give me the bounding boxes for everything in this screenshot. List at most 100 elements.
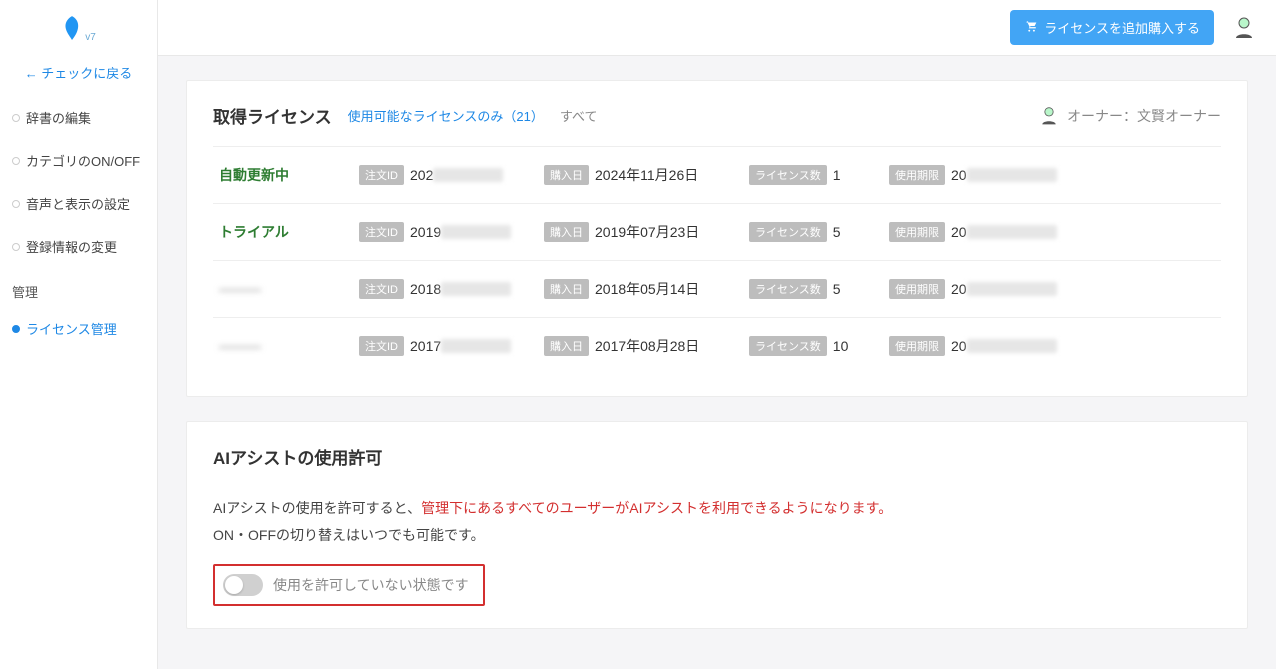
count-tag: ライセンス数 [749,336,827,356]
exp-tag: 使用期限 [889,279,945,299]
nav-item-sound-display[interactable]: 音声と表示の設定 [0,182,157,225]
order-id-prefix: 2018 [410,281,441,297]
buydate-cell: 購入日 2024年11月26日 [544,165,739,185]
exp-prefix: 20 [951,224,967,240]
exp-tag: 使用期限 [889,165,945,185]
logo[interactable]: v7 [0,16,157,45]
order-id-prefix: 202 [410,167,433,183]
main: ライセンスを追加購入する 取得ライセンス 使用可能なライセンスのみ（21） すべ… [158,0,1276,669]
ai-toggle-box: 使用を許可していない状態です [213,564,485,606]
redacted [441,282,511,296]
leaf-icon [61,16,83,45]
redacted [441,225,511,239]
order-tag: 注文ID [359,165,404,185]
licenses-card: 取得ライセンス 使用可能なライセンスのみ（21） すべて オーナー：文賢オーナー… [186,80,1248,397]
count-cell: ライセンス数 5 [749,279,879,299]
exp-tag: 使用期限 [889,336,945,356]
license-count: 5 [833,224,841,240]
exp-cell: 使用期限20 [889,165,1079,185]
order-cell: 注文ID 2017 [359,336,534,356]
license-count: 1 [833,167,841,183]
radio-icon [12,157,20,165]
nav-item-license[interactable]: ライセンス管理 [0,307,157,350]
buy-date: 2019年07月23日 [595,222,699,242]
owner-label: オーナー：文賢オーナー [1067,106,1221,126]
nav-label: ライセンス管理 [26,319,117,338]
licenses-header: 取得ライセンス 使用可能なライセンスのみ（21） すべて オーナー：文賢オーナー [213,103,1221,128]
exp-cell: 使用期限 20 [889,279,1079,299]
count-cell: ライセンス数 10 [749,336,879,356]
buydate-tag: 購入日 [544,222,589,242]
order-id-prefix: 2019 [410,224,441,240]
exp-cell: 使用期限 20 [889,222,1079,242]
user-avatar-icon[interactable] [1232,16,1256,40]
license-status: ——— [219,338,349,354]
buydate-cell: 購入日 2017年08月28日 [544,336,739,356]
filter-available[interactable]: 使用可能なライセンスのみ（21） [348,106,544,125]
filter-all[interactable]: すべて [560,106,598,125]
nav: 辞書の編集 カテゴリのON/OFF 音声と表示の設定 登録情報の変更 管理 ライ… [0,96,157,350]
buy-label: ライセンスを追加購入する [1044,18,1200,37]
count-cell: ライセンス数 1 [749,165,879,185]
redacted [441,339,511,353]
ai-desc-pre: AIアシストの使用を許可すると、 [213,500,421,516]
count-tag: ライセンス数 [749,222,827,242]
order-tag: 注文ID [359,336,404,356]
buy-date: 2018年05月14日 [595,279,699,299]
back-link[interactable]: ← チェックに戻る [0,55,157,96]
buydate-tag: 購入日 [544,336,589,356]
nav-label: 登録情報の変更 [26,237,117,256]
nav-label: 音声と表示の設定 [26,194,130,213]
sidebar: v7 ← チェックに戻る 辞書の編集 カテゴリのON/OFF 音声と表示の設定 … [0,0,158,669]
buydate-tag: 購入日 [544,279,589,299]
exp-tag: 使用期限 [889,222,945,242]
radio-icon [12,243,20,251]
order-id-prefix: 2017 [410,338,441,354]
count-tag: ライセンス数 [749,165,827,185]
license-count: 5 [833,281,841,297]
buy-license-button[interactable]: ライセンスを追加購入する [1010,10,1214,45]
ai-switch-label: 使用を許可していない状態です [273,575,469,595]
ai-assist-card: AIアシストの使用許可 AIアシストの使用を許可すると、管理下にあるすべてのユー… [186,421,1248,629]
nav-label: 辞書の編集 [26,108,91,127]
buydate-cell: 購入日 2019年07月23日 [544,222,739,242]
order-tag: 注文ID [359,279,404,299]
nav-item-category[interactable]: カテゴリのON/OFF [0,139,157,182]
order-cell: 注文ID 2018 [359,279,534,299]
count-tag: ライセンス数 [749,279,827,299]
redacted [967,339,1057,353]
nav-label: カテゴリのON/OFF [26,151,140,170]
license-status: トライアル [219,222,349,242]
redacted [967,225,1057,239]
nav-item-dictionary[interactable]: 辞書の編集 [0,96,157,139]
buy-date: 2024年11月26日 [595,165,698,185]
license-row: ——— 注文ID 2017 購入日 2017年08月28日 ライセンス数 10 使用期限 20 [213,317,1221,374]
exp-prefix: 20 [951,281,967,297]
cart-icon [1024,19,1038,36]
radio-icon [12,325,20,333]
radio-icon [12,200,20,208]
ai-description: AIアシストの使用を許可すると、管理下にあるすべてのユーザーがAIアシストを利用… [213,495,1221,548]
buydate-cell: 購入日 2018年05月14日 [544,279,739,299]
license-row: 自動更新中注文ID 202 購入日 2024年11月26日 ライセンス数 1 使用期限20 [213,146,1221,203]
redacted [967,168,1057,182]
ai-title: AIアシストの使用許可 [213,444,382,469]
exp-prefix: 20 [951,338,967,354]
logo-version: v7 [85,32,96,43]
ai-toggle-switch[interactable] [223,574,263,596]
buy-date: 2017年08月28日 [595,336,699,356]
license-row: トライアル注文ID2019 購入日 2019年07月23日 ライセンス数 5 使用期限 20 [213,203,1221,260]
nav-item-account[interactable]: 登録情報の変更 [0,225,157,268]
owner-box: オーナー：文賢オーナー [1039,106,1221,126]
ai-desc-warning: 管理下にあるすべてのユーザーがAIアシストを利用できるようになります。 [421,500,892,516]
count-cell: ライセンス数 5 [749,222,879,242]
content: 取得ライセンス 使用可能なライセンスのみ（21） すべて オーナー：文賢オーナー… [158,56,1276,653]
license-row: ———注文ID2018購入日2018年05月14日ライセンス数5使用期限20 [213,260,1221,317]
order-cell: 注文ID2019 [359,222,534,242]
topbar: ライセンスを追加購入する [158,0,1276,56]
redacted [967,282,1057,296]
redacted [433,168,503,182]
buydate-tag: 購入日 [544,165,589,185]
license-status: 自動更新中 [219,165,349,185]
license-count: 10 [833,338,849,354]
